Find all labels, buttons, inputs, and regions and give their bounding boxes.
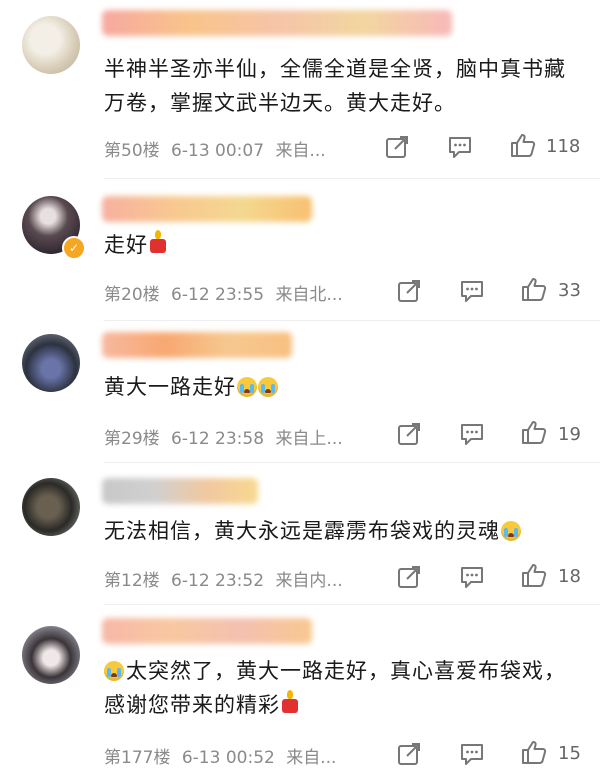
share-icon[interactable] [396, 421, 422, 447]
like-count: 33 [558, 280, 581, 301]
timestamp: 6-12 23:55 [171, 285, 265, 305]
timestamp: 6-12 23:58 [171, 429, 265, 449]
username-blurred[interactable] [102, 10, 452, 36]
comment-meta: 第50楼 6-13 00:07 来自... [104, 136, 326, 161]
crying-face-emoji [501, 521, 521, 541]
avatar[interactable] [22, 478, 80, 536]
thumbs-up-icon[interactable] [521, 276, 547, 302]
like-count: 19 [558, 424, 581, 445]
comment-meta: 第20楼 6-12 23:55 来自北... [104, 280, 343, 305]
comment-text: 无法相信，黄大永远是霹雳布袋戏的灵魂 [104, 514, 584, 548]
candle-emoji [282, 690, 298, 713]
floor-number: 第12楼 [104, 571, 160, 591]
thumbs-up-icon[interactable] [521, 739, 547, 765]
comment-meta: 第29楼 6-12 23:58 来自上... [104, 424, 343, 449]
crying-face-emoji [237, 377, 257, 397]
like-count: 118 [546, 136, 581, 157]
location: 来自内... [275, 571, 343, 591]
floor-number: 第29楼 [104, 429, 160, 449]
comment-icon[interactable] [459, 278, 485, 304]
comment-item: 半神半圣亦半仙，全儒全道是全贤，脑中真书藏万卷，掌握文武半边天。黄大走好。 第5… [0, 0, 600, 170]
divider [104, 178, 600, 179]
location: 来自... [286, 748, 337, 768]
thumbs-up-icon[interactable] [510, 132, 536, 158]
divider [104, 320, 600, 321]
comment-icon[interactable] [447, 134, 473, 160]
share-icon[interactable] [396, 278, 422, 304]
thumbs-up-icon[interactable] [521, 562, 547, 588]
thumbs-up-icon[interactable] [521, 419, 547, 445]
floor-number: 第177楼 [104, 748, 171, 768]
candle-emoji [150, 230, 166, 253]
comment-icon[interactable] [459, 421, 485, 447]
comment-text: 走好 [104, 228, 584, 262]
username-blurred[interactable] [102, 332, 292, 358]
floor-number: 第50楼 [104, 141, 160, 161]
like-count: 18 [558, 566, 581, 587]
username-blurred[interactable] [102, 618, 312, 644]
share-icon[interactable] [396, 741, 422, 767]
verified-badge-icon: ✓ [62, 236, 86, 260]
divider [104, 604, 600, 605]
timestamp: 6-13 00:07 [171, 141, 265, 161]
like-count: 15 [558, 743, 581, 764]
comment-text: 太突然了，黄大一路走好，真心喜爱布袋戏，感谢您带来的精彩 [104, 659, 566, 717]
timestamp: 6-13 00:52 [181, 748, 275, 768]
location: 来自... [275, 141, 326, 161]
floor-number: 第20楼 [104, 285, 160, 305]
comment-meta: 第177楼 6-13 00:52 来自... [104, 743, 336, 768]
avatar[interactable] [22, 16, 80, 74]
avatar[interactable] [22, 334, 80, 392]
comment-text: 黄大一路走好 [104, 370, 584, 404]
share-icon[interactable] [396, 564, 422, 590]
username-blurred[interactable] [102, 478, 258, 504]
comment-icon[interactable] [459, 741, 485, 767]
comment-icon[interactable] [459, 564, 485, 590]
crying-face-emoji [104, 661, 124, 681]
location: 来自北... [275, 285, 343, 305]
timestamp: 6-12 23:52 [171, 571, 265, 591]
avatar[interactable] [22, 626, 80, 684]
crying-face-emoji [258, 377, 278, 397]
comment-text: 半神半圣亦半仙，全儒全道是全贤，脑中真书藏万卷，掌握文武半边天。黄大走好。 [104, 57, 566, 115]
location: 来自上... [275, 429, 343, 449]
divider [104, 462, 600, 463]
username-blurred[interactable] [102, 196, 312, 222]
comment-meta: 第12楼 6-12 23:52 来自内... [104, 566, 343, 591]
share-icon[interactable] [384, 134, 410, 160]
